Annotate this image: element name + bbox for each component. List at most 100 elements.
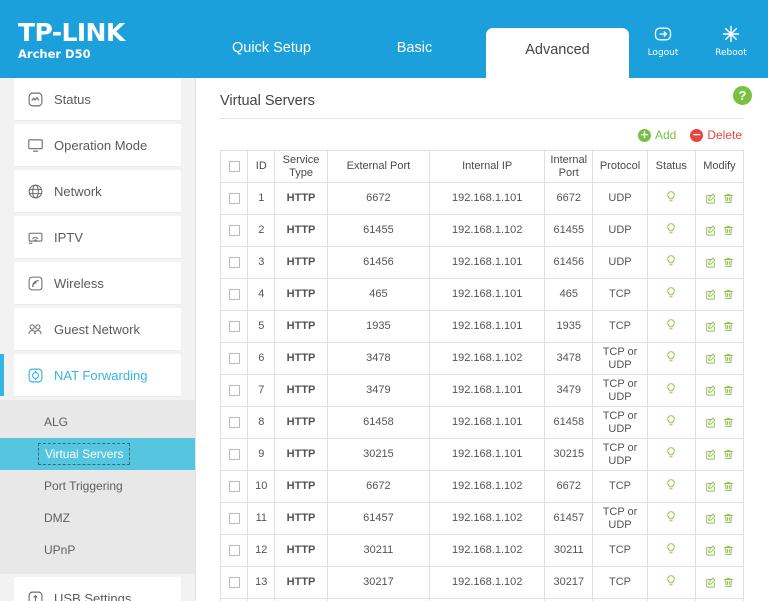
tab-basic[interactable]: Basic — [343, 40, 486, 78]
cell-service-type: HTTP — [274, 502, 328, 535]
delete-icon[interactable] — [722, 288, 735, 301]
row-select-cell — [219, 438, 249, 471]
cell-modify — [694, 182, 745, 215]
row-checkbox[interactable] — [228, 224, 240, 236]
row-checkbox[interactable] — [228, 192, 240, 204]
table-body: 1 HTTP 6672 192.168.1.101 6672 UDP 2 HTTP 61455 1… — [219, 182, 745, 601]
bulb-icon[interactable] — [664, 318, 678, 335]
cell-internal-port: 61458 — [544, 406, 594, 439]
tab-advanced[interactable]: Advanced — [486, 28, 629, 78]
bulb-icon[interactable] — [664, 222, 678, 239]
submenu-item-dmz[interactable]: DMZ — [0, 502, 195, 534]
column-header-external-port: External Port — [326, 150, 431, 183]
cell-protocol: TCP — [592, 470, 648, 503]
delete-button[interactable]: − Delete — [690, 128, 742, 142]
bulb-icon[interactable] — [664, 286, 678, 303]
row-checkbox[interactable] — [228, 416, 240, 428]
bulb-icon[interactable] — [664, 510, 678, 527]
sidebar-item-label: Network — [54, 183, 102, 199]
bulb-icon[interactable] — [664, 350, 678, 367]
row-checkbox[interactable] — [228, 384, 240, 396]
bulb-icon[interactable] — [664, 254, 678, 271]
delete-icon[interactable] — [722, 416, 735, 429]
delete-icon[interactable] — [722, 352, 735, 365]
brand-model: Archer D50 — [18, 47, 91, 61]
delete-icon[interactable] — [722, 192, 735, 205]
row-checkbox[interactable] — [228, 448, 240, 460]
column-header-protocol: Protocol — [592, 150, 648, 183]
row-checkbox[interactable] — [228, 480, 240, 492]
cell-external-port: 61457 — [326, 502, 431, 535]
bulb-icon[interactable] — [664, 382, 678, 399]
edit-icon[interactable] — [704, 544, 717, 557]
sidebar-item-iptv[interactable]: IPTV — [14, 216, 181, 259]
cell-external-port: 1935 — [326, 310, 431, 343]
cell-service-type: HTTP — [274, 534, 328, 567]
edit-icon[interactable] — [704, 384, 717, 397]
cell-service-type: HTTP — [274, 470, 328, 503]
cell-modify — [694, 342, 745, 375]
cell-service-type: HTTP — [274, 182, 328, 215]
row-checkbox[interactable] — [228, 352, 240, 364]
sidebar-item-nat-forwarding[interactable]: NAT Forwarding — [0, 354, 181, 397]
bulb-icon[interactable] — [664, 574, 678, 591]
row-checkbox[interactable] — [228, 256, 240, 268]
reboot-button[interactable]: Reboot — [708, 24, 754, 58]
delete-icon[interactable] — [722, 256, 735, 269]
add-button[interactable]: + Add — [637, 128, 676, 142]
sidebar-item-operation-mode[interactable]: Operation Mode — [14, 124, 181, 167]
row-select-cell — [219, 534, 249, 567]
cell-external-port: 6672 — [326, 182, 431, 215]
reboot-label: Reboot — [715, 48, 747, 58]
cell-internal-ip: 192.168.1.102 — [429, 342, 546, 375]
cell-modify — [694, 310, 745, 343]
edit-icon[interactable] — [704, 224, 717, 237]
cell-service-type: HTTP — [274, 438, 328, 471]
select-all-checkbox[interactable] — [228, 160, 240, 172]
edit-icon[interactable] — [704, 320, 717, 333]
submenu-item-upnp[interactable]: UPnP — [0, 534, 195, 566]
edit-icon[interactable] — [704, 352, 717, 365]
sidebar-item-status[interactable]: Status — [14, 78, 181, 121]
bulb-icon[interactable] — [664, 478, 678, 495]
row-checkbox[interactable] — [228, 512, 240, 524]
delete-icon[interactable] — [722, 384, 735, 397]
submenu-item-label: ALG — [44, 415, 69, 429]
sidebar-item-wireless[interactable]: Wireless — [14, 262, 181, 305]
bulb-icon[interactable] — [664, 190, 678, 207]
bulb-icon[interactable] — [664, 542, 678, 559]
delete-icon[interactable] — [722, 224, 735, 237]
tab-quick-setup[interactable]: Quick Setup — [200, 40, 343, 78]
edit-icon[interactable] — [704, 448, 717, 461]
edit-icon[interactable] — [704, 288, 717, 301]
table-toolbar: + Add − Delete — [220, 119, 744, 150]
edit-icon[interactable] — [704, 512, 717, 525]
submenu-item-virtual-servers[interactable]: Virtual Servers — [0, 438, 195, 470]
logout-button[interactable]: Logout — [640, 24, 686, 58]
delete-icon[interactable] — [722, 320, 735, 333]
row-checkbox[interactable] — [228, 576, 240, 588]
sidebar-item-usb-settings[interactable]: USB Settings — [14, 577, 181, 601]
help-icon[interactable]: ? — [733, 86, 752, 105]
row-checkbox[interactable] — [228, 544, 240, 556]
delete-icon[interactable] — [722, 448, 735, 461]
delete-icon[interactable] — [722, 544, 735, 557]
cell-status — [646, 534, 696, 567]
cell-modify — [694, 438, 745, 471]
submenu-item-port-triggering[interactable]: Port Triggering — [0, 470, 195, 502]
submenu-item-alg[interactable]: ALG — [0, 406, 195, 438]
delete-icon[interactable] — [722, 576, 735, 589]
sidebar-item-network[interactable]: Network — [14, 170, 181, 213]
edit-icon[interactable] — [704, 256, 717, 269]
edit-icon[interactable] — [704, 192, 717, 205]
delete-icon[interactable] — [722, 480, 735, 493]
row-checkbox[interactable] — [228, 320, 240, 332]
bulb-icon[interactable] — [664, 446, 678, 463]
edit-icon[interactable] — [704, 576, 717, 589]
delete-icon[interactable] — [722, 512, 735, 525]
edit-icon[interactable] — [704, 480, 717, 493]
edit-icon[interactable] — [704, 416, 717, 429]
row-checkbox[interactable] — [228, 288, 240, 300]
bulb-icon[interactable] — [664, 414, 678, 431]
sidebar-item-guest-network[interactable]: Guest Network — [14, 308, 181, 351]
